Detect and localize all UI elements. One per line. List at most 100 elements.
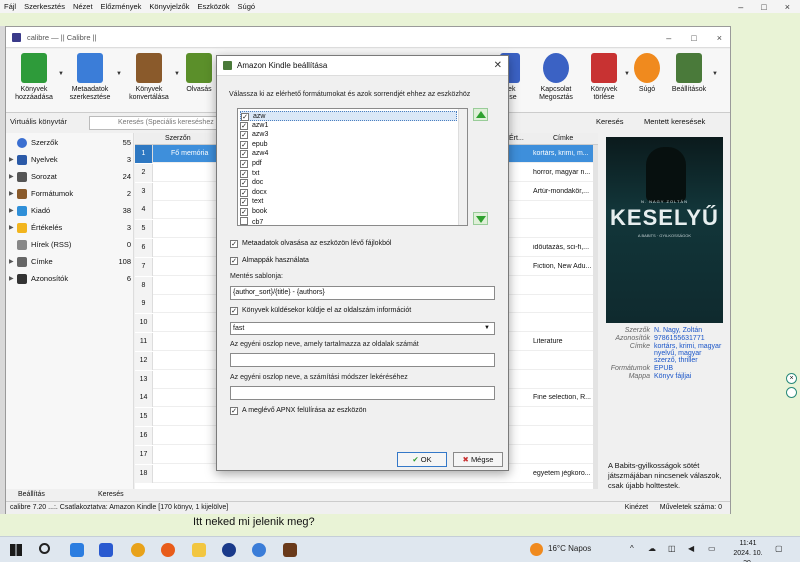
tray-chevron-icon[interactable]: ^	[630, 544, 634, 553]
clock[interactable]: 11:41 2024. 10. 29.	[730, 539, 766, 562]
help-button[interactable]: Súgó	[632, 53, 662, 94]
menu-file[interactable]: Fájl	[4, 2, 16, 11]
menu-history[interactable]: Előzmények	[101, 2, 142, 11]
format-item[interactable]: ✓ azw	[240, 111, 457, 121]
expand-icon[interactable]: ▶	[9, 258, 14, 265]
tag-series[interactable]: ▶ Sorozat 24	[6, 169, 134, 186]
format-item[interactable]: ✓ epub	[240, 140, 457, 150]
format-item[interactable]: ✓ azw4	[240, 149, 457, 159]
convert-books-dropdown-icon[interactable]: ▼	[174, 71, 180, 77]
opt-overwrite-apnx[interactable]: ✓ A meglévő APNX felülírása az eszközön	[230, 407, 367, 415]
checkbox-checked[interactable]: ✓	[240, 150, 248, 159]
side-action-icon[interactable]	[786, 387, 797, 398]
checkbox-checked[interactable]: ✓	[240, 179, 248, 188]
checkbox-checked[interactable]: ✓	[240, 140, 248, 149]
checkbox-checked[interactable]: ✓	[230, 240, 238, 248]
move-down-button[interactable]	[473, 212, 488, 225]
checkbox-checked[interactable]: ✓	[240, 131, 248, 140]
search-button[interactable]: Keresés	[596, 117, 624, 126]
tag-tags[interactable]: ▶ Címke 108	[6, 254, 134, 271]
virtual-library-button[interactable]: Virtuális könyvtár	[10, 117, 67, 126]
book-list-scrollbar[interactable]	[593, 145, 598, 489]
minimize-button[interactable]: –	[738, 2, 743, 12]
expand-icon[interactable]: ▶	[9, 207, 14, 214]
menu-bookmarks[interactable]: Könyvjelzők	[149, 2, 189, 11]
preferences-dropdown-icon[interactable]: ▼	[712, 71, 718, 77]
qbittorrent-icon[interactable]	[252, 543, 266, 557]
notifications-icon[interactable]: ▢	[775, 544, 783, 553]
checkbox-checked[interactable]: ✓	[240, 121, 248, 130]
format-item[interactable]: ✓ pdf	[240, 159, 457, 169]
checkbox-checked[interactable]: ✓	[240, 169, 248, 178]
tag-identifiers[interactable]: ▶ Azonosítók 6	[6, 271, 134, 288]
close-button[interactable]: ×	[785, 2, 790, 12]
expand-icon[interactable]: ▶	[9, 156, 14, 163]
format-item[interactable]: ✓ docx	[240, 188, 457, 198]
checkbox-checked[interactable]: ✓	[230, 407, 238, 415]
format-item[interactable]: cb7	[240, 216, 457, 227]
network-icon[interactable]: ◫	[668, 544, 676, 553]
side-close-icon[interactable]: ×	[786, 373, 797, 384]
tag-languages[interactable]: ▶ Nyelvek 3	[6, 152, 134, 169]
edit-metadata-dropdown-icon[interactable]: ▼	[116, 71, 122, 77]
column-author[interactable]: Szerzőn	[165, 135, 191, 142]
explorer-icon[interactable]	[99, 543, 113, 557]
read-button[interactable]: Olvasás	[182, 53, 216, 94]
firefox-icon[interactable]	[161, 543, 175, 557]
format-item[interactable]: ✓ text	[240, 197, 457, 207]
tag-news[interactable]: Hírek (RSS) 0	[6, 237, 134, 254]
expand-icon[interactable]: ▶	[9, 190, 14, 197]
tag-browser-search-button[interactable]: Keresés	[98, 491, 124, 498]
opt-use-subfolders[interactable]: ✓ Almappák használata	[230, 257, 309, 265]
tag-rating[interactable]: ▶ Értékelés 3	[6, 220, 134, 237]
layout-button[interactable]: Kinézet	[625, 504, 648, 511]
template-input[interactable]: {author_sort}/{title} - {authors}	[230, 286, 495, 300]
store-icon[interactable]	[70, 543, 84, 557]
checkbox-checked[interactable]: ✓	[240, 198, 248, 207]
remove-books-button[interactable]: Könyvek törlése	[584, 53, 624, 102]
search-icon[interactable]	[39, 543, 50, 554]
preferences-button[interactable]: Beállítások	[666, 53, 712, 94]
battery-icon[interactable]: ▭	[708, 544, 716, 553]
menu-tools[interactable]: Eszközök	[197, 2, 229, 11]
checkbox-checked[interactable]: ✓	[230, 257, 238, 265]
move-up-button[interactable]	[473, 108, 488, 121]
folder-icon[interactable]	[192, 543, 206, 557]
chrome-icon[interactable]	[131, 543, 145, 557]
onedrive-icon[interactable]: ☁	[648, 544, 656, 553]
windows-start-icon[interactable]	[10, 544, 22, 556]
teamviewer-icon[interactable]	[222, 543, 236, 557]
book-cover[interactable]: N. NAGY ZOLTÁN KESELYŰ A BABITS · GYILKO…	[606, 137, 723, 323]
edit-metadata-button[interactable]: Metaadatok szerkesztése	[64, 53, 116, 102]
menu-view[interactable]: Nézet	[73, 2, 93, 11]
calibre-close-button[interactable]: ×	[717, 33, 722, 43]
connect-share-button[interactable]: Kapcsolat Megosztás	[530, 53, 582, 102]
checkbox-unchecked[interactable]	[240, 216, 248, 225]
opt-send-page-info[interactable]: ✓ Könyvek küldésekor küldje el az oldalsz…	[230, 307, 411, 315]
volume-icon[interactable]: ◀	[688, 544, 694, 553]
menu-edit[interactable]: Szerkesztés	[24, 2, 65, 11]
format-item[interactable]: ✓ azw3	[240, 130, 457, 140]
format-item[interactable]: ✓ txt	[240, 169, 457, 179]
checkbox-checked[interactable]: ✓	[240, 208, 248, 216]
remove-books-dropdown-icon[interactable]: ▼	[624, 71, 630, 77]
checkbox-checked[interactable]: ✓	[240, 160, 248, 168]
dialog-close-icon[interactable]: ✕	[494, 60, 502, 71]
page-method-select[interactable]: fast ▼	[230, 322, 495, 335]
checkbox-checked[interactable]: ✓	[230, 307, 238, 315]
menu-help[interactable]: Súgó	[238, 2, 256, 11]
jobs-indicator[interactable]: Műveletek száma: 0	[660, 504, 722, 511]
format-item[interactable]: ✓ azw1	[240, 121, 457, 131]
expand-icon[interactable]: ▶	[9, 173, 14, 180]
opt-read-metadata[interactable]: ✓ Metaadatok olvasása az eszközön lévő fá…	[230, 240, 391, 248]
tag-formats[interactable]: ▶ Formátumok 2	[6, 186, 134, 203]
calibre-minimize-button[interactable]: –	[666, 33, 671, 43]
ok-button[interactable]: ✔ OK	[397, 452, 447, 467]
cancel-button[interactable]: ✖ Mégse	[453, 452, 503, 467]
convert-books-button[interactable]: Könyvek konvertálása	[124, 53, 174, 102]
formats-list[interactable]: ✓ azw ✓ azw1 ✓ azw3 ✓ epub ✓ azw4 ✓ pdf ✓ txt ✓ doc ✓ doc…	[237, 108, 468, 226]
add-books-button[interactable]: Könyvek hozzáadása	[10, 53, 58, 102]
format-item[interactable]: ✓ book	[240, 207, 457, 217]
expand-icon[interactable]: ▶	[9, 224, 14, 231]
weather-text[interactable]: 16°C Napos	[548, 544, 591, 553]
